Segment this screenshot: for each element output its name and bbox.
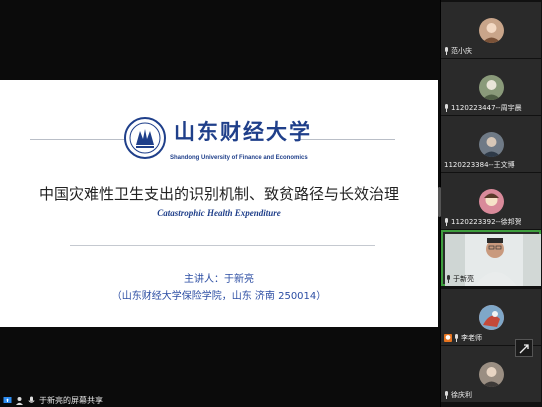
participant-name: 于新亮 [453,275,474,283]
mic-icon [27,396,36,405]
screen-share-label: 于新亮的屏幕共享 [39,395,103,405]
participant-avatar [479,362,504,387]
header-rule-right [300,139,395,140]
screen-share-icon [3,396,12,405]
screen-share-indicator[interactable]: 于新亮的屏幕共享 [0,393,203,407]
participant-name: 李老师 [461,334,482,342]
expand-button[interactable] [515,339,533,357]
slide-divider [70,245,375,246]
expand-icon [519,339,529,358]
shared-screen-area: 山东财经大学 Shandong University of Finance an… [0,0,441,407]
mic-icon [444,47,449,55]
mic-icon [444,218,449,226]
active-speaker-tile[interactable]: 于新亮 [441,230,541,286]
university-english-name: Shandong University of Finance and Econo… [170,155,308,161]
header-rule-left [30,139,125,140]
university-logo-text: 山东财经大学 [174,119,312,144]
slide-title: 中国灾难性卫生支出的识别机制、致贫路径与长效治理 [38,185,399,203]
participant-avatar [479,132,504,157]
affiliation-line: （山东财经大学保险学院，山东 济南 250014） [111,291,327,302]
participant-tile[interactable]: 1120223447--周宇晨 [441,59,541,115]
participant-tile[interactable]: 范小庆 [441,2,541,58]
mic-icon [444,104,449,112]
participant-tile[interactable]: ● 李老师 [441,289,541,345]
mic-icon [444,391,449,399]
presenter-line: 主讲人：于新亮 [184,274,254,285]
participant-avatar [479,305,504,330]
mic-icon [446,275,451,283]
participant-name: 1120223392--徐邦贺 [451,218,522,226]
slide-subtitle: Catastrophic Health Expenditure [157,208,281,218]
participant-name: 徐庆利 [451,391,472,399]
participant-name: 1120223447--周宇晨 [451,104,522,112]
person-icon [15,396,24,405]
participant-tile[interactable]: 1120223392--徐邦贺 [441,173,541,229]
mic-icon [454,334,459,342]
participant-avatar [479,18,504,43]
participant-avatar [479,75,504,100]
host-icon: ● [444,334,452,342]
presentation-slide: 山东财经大学 Shandong University of Finance an… [0,80,438,327]
participant-avatar [479,189,504,214]
participant-name: 1120223384--王文博 [444,161,515,169]
participant-name: 范小庆 [451,47,472,55]
participant-tile[interactable]: 1120223384--王文博 [441,116,541,172]
university-seal-icon [124,117,166,159]
